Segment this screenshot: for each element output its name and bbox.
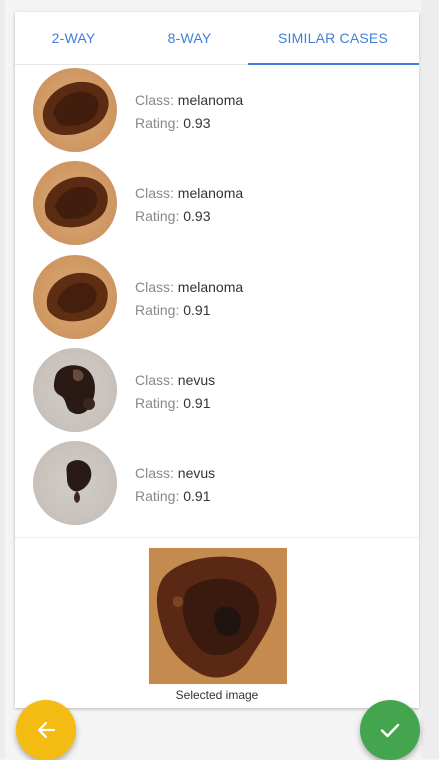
case-rating: 0.93 [183,115,211,131]
case-class: nevus [177,372,216,388]
class-label: Class: [135,185,174,201]
tab-bar: 2-WAY 8-WAY SIMILAR CASES [15,12,419,65]
rating-label: Rating: [135,208,180,224]
rating-label: Rating: [135,395,180,411]
case-thumbnail [33,161,117,245]
tab-similar-cases[interactable]: SIMILAR CASES [247,12,419,64]
active-tab-indicator [248,63,419,65]
case-info: Class: nevus Rating: 0.91 [135,369,215,415]
tab-8-way[interactable]: 8-WAY [132,12,247,64]
case-rating: 0.93 [183,208,211,224]
tab-2-way[interactable]: 2-WAY [15,12,132,64]
selected-image [149,548,287,684]
case-item[interactable]: Class: nevus Rating: 0.91 [15,348,419,441]
check-icon [380,723,400,738]
case-thumbnail [33,441,117,525]
page-edge-left [0,0,5,759]
case-item[interactable]: Class: melanoma Rating: 0.93 [15,161,419,254]
arrow-left-icon [37,721,56,739]
confirm-button[interactable] [360,700,420,760]
case-thumbnail [33,255,117,339]
case-info: Class: nevus Rating: 0.91 [135,462,215,508]
rating-label: Rating: [135,488,180,504]
case-thumbnail [33,348,117,432]
page-edge-right [421,0,439,759]
case-rating: 0.91 [183,488,211,504]
case-info: Class: melanoma Rating: 0.93 [135,89,243,135]
case-info: Class: melanoma Rating: 0.91 [135,276,243,322]
case-thumbnail [33,68,117,152]
selected-image-caption: Selected image [175,688,259,702]
rating-label: Rating: [135,302,180,318]
case-class: melanoma [177,185,244,201]
results-card: 2-WAY 8-WAY SIMILAR CASES Class: melanom… [15,12,419,538]
case-class: nevus [177,465,216,481]
case-item[interactable]: Class: melanoma Rating: 0.93 [15,68,419,161]
case-class: melanoma [177,92,244,108]
class-label: Class: [135,92,174,108]
case-class: melanoma [177,279,244,295]
case-item[interactable]: Class: melanoma Rating: 0.91 [15,255,419,348]
case-item[interactable]: Class: nevus Rating: 0.91 [15,441,419,534]
class-label: Class: [135,279,174,295]
selected-image-panel: Selected image [15,538,419,708]
back-button[interactable] [16,700,76,760]
class-label: Class: [135,465,174,481]
case-rating: 0.91 [183,395,211,411]
class-label: Class: [135,372,174,388]
case-info: Class: melanoma Rating: 0.93 [135,182,243,228]
case-rating: 0.91 [183,302,211,318]
rating-label: Rating: [135,115,180,131]
